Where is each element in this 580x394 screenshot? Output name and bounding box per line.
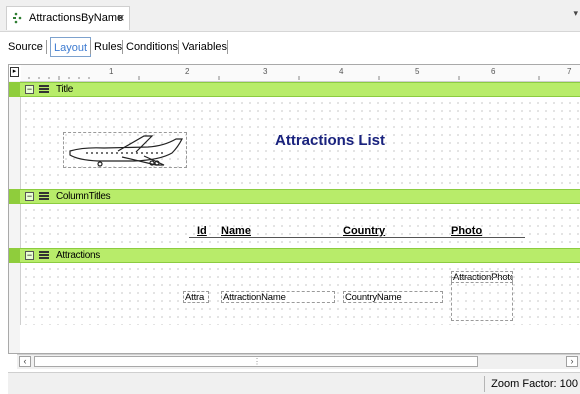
ruler-number: 7 [567,67,572,76]
document-tab-strip: AttractionsByName × ▾ [0,0,580,32]
printblock-columntitles-area[interactable] [20,204,580,248]
ruler-number: 6 [491,67,496,76]
document-tab-title: AttractionsByName [29,12,124,24]
horizontal-scrollbar[interactable]: ‹ ⋮ › [17,354,580,369]
status-bar: Zoom Factor: 100 [8,372,580,394]
tab-separator [46,40,47,54]
printblock-marker-title [9,82,20,97]
column-title-id[interactable]: Id [197,225,207,237]
printblock-icon [39,251,49,260]
ruler-number: 2 [185,67,190,76]
field-attraction-id[interactable]: Attra [183,291,209,303]
ruler-ticks [28,76,540,80]
report-layout-designer[interactable]: ▸ 1 2 3 4 5 6 7 − Title Attractions List… [8,64,580,354]
printblock-marker-columntitles [9,189,20,204]
ruler-number: 4 [339,67,344,76]
printblock-icon [39,85,49,94]
column-title-name[interactable]: Name [221,225,251,237]
tab-rules[interactable]: Rules [94,37,122,57]
ruler-number: 5 [415,67,420,76]
tab-conditions[interactable]: Conditions [126,37,178,57]
ruler-number: 1 [109,67,114,76]
column-title-photo[interactable]: Photo [451,225,482,237]
printblock-title-header[interactable]: − Title [20,82,580,97]
collapse-icon[interactable]: − [25,192,34,201]
column-title-country[interactable]: Country [343,225,385,237]
zoom-factor[interactable]: Zoom Factor: 100 [484,376,578,392]
field-country-name[interactable]: CountryName [343,291,443,303]
tab-separator [122,40,123,54]
tab-separator [90,40,91,54]
scrollbar-thumb[interactable]: ⋮ [34,356,478,367]
scroll-right-icon[interactable]: › [566,356,578,367]
column-titles-line[interactable] [189,237,525,238]
field-attraction-name[interactable]: AttractionName [221,291,335,303]
tab-separator [178,40,179,54]
collapse-icon[interactable]: − [25,85,34,94]
attraction-photo-frame[interactable] [451,277,513,321]
airplane-icon [69,135,183,167]
tab-separator [227,40,228,54]
designer-blank-area [20,325,580,353]
printblock-attractions-header[interactable]: − Attractions [20,248,580,263]
report-object-icon [13,12,22,24]
expand-ruler-icon[interactable]: ▸ [10,67,19,77]
tab-source[interactable]: Source [8,37,43,57]
ruler-number: 3 [263,67,268,76]
printblock-attractions-label: Attractions [56,250,100,261]
document-tab[interactable]: AttractionsByName × [6,6,130,30]
report-title[interactable]: Attractions List [275,132,385,149]
printblock-title-label: Title [56,84,74,95]
close-icon[interactable]: × [117,10,125,25]
horizontal-ruler: 1 2 3 4 5 6 7 [21,65,580,82]
printblock-columntitles-header[interactable]: − ColumnTitles [20,189,580,204]
scroll-left-icon[interactable]: ‹ [19,356,31,367]
scrollbar-grip-icon: ⋮ [253,357,261,366]
printblock-icon [39,192,49,201]
printblock-columntitles-label: ColumnTitles [56,191,111,202]
tab-variables[interactable]: Variables [182,37,227,57]
collapse-icon[interactable]: − [25,251,34,260]
airplane-image[interactable] [63,132,187,168]
tab-overflow-icon[interactable]: ▾ [573,8,578,19]
tab-layout[interactable]: Layout [50,37,92,57]
printblock-marker-attractions [9,248,20,263]
